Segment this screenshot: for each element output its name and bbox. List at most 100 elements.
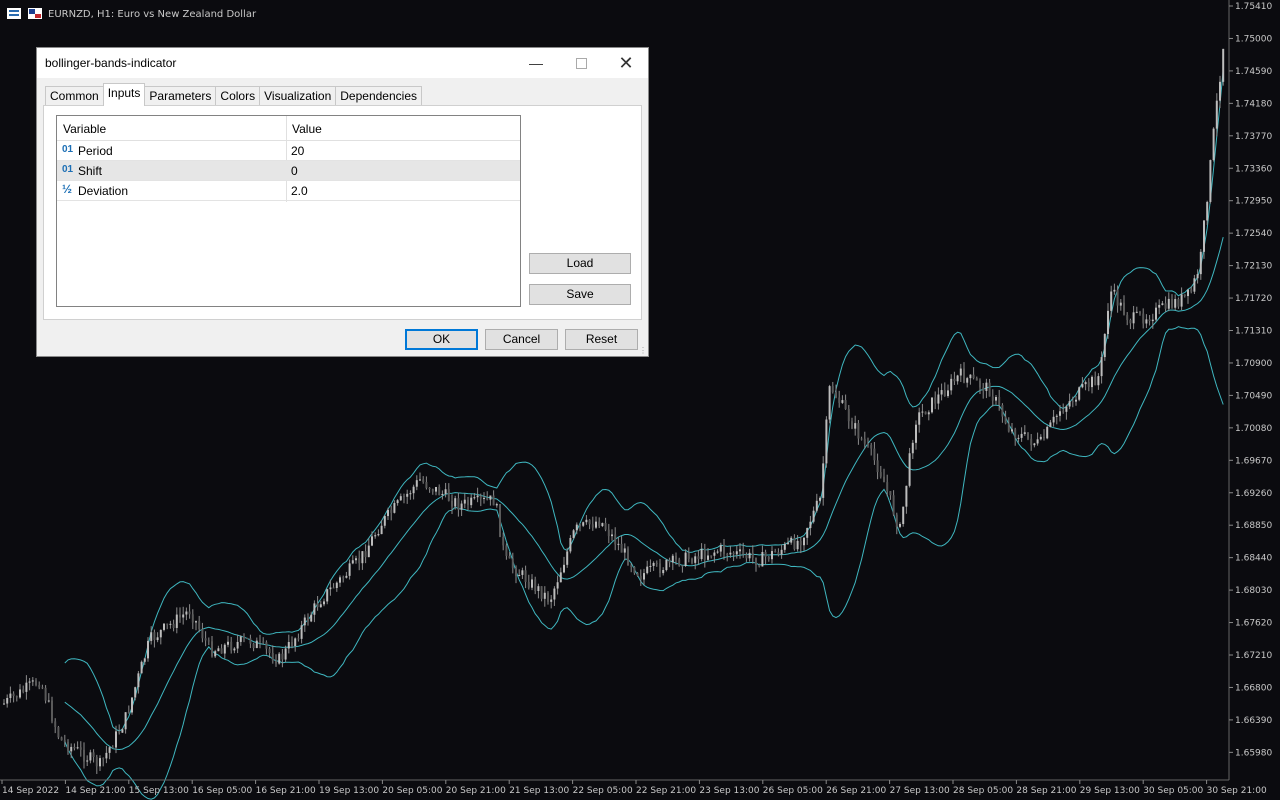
price-label: 1.68030 bbox=[1235, 586, 1272, 596]
value-cell[interactable]: 20 bbox=[291, 144, 304, 158]
load-button[interactable]: Load bbox=[529, 253, 631, 274]
dialog-titlebar[interactable]: bollinger-bands-indicator — ✕ bbox=[37, 48, 648, 78]
candle-body bbox=[12, 693, 15, 697]
candle-body bbox=[873, 448, 876, 461]
candle-body bbox=[175, 614, 178, 628]
candle-body bbox=[883, 476, 885, 483]
candle-body bbox=[275, 660, 277, 664]
candle-body bbox=[1180, 294, 1183, 307]
minimize-button[interactable]: — bbox=[513, 48, 559, 78]
time-label: 14 Sep 21:00 bbox=[65, 786, 125, 796]
candle-body bbox=[809, 521, 812, 529]
candle-body bbox=[28, 681, 31, 683]
candle-body bbox=[540, 586, 543, 599]
candle-body bbox=[9, 693, 12, 698]
candle-body bbox=[502, 536, 505, 546]
ok-button[interactable]: OK bbox=[405, 329, 478, 350]
candle-body bbox=[332, 587, 335, 589]
price-label: 1.71310 bbox=[1235, 327, 1272, 337]
candle-body bbox=[889, 491, 892, 496]
tab-visualization[interactable]: Visualization bbox=[259, 86, 337, 106]
tab-colors[interactable]: Colors bbox=[215, 86, 261, 106]
candle-body bbox=[419, 479, 421, 481]
candle-body bbox=[1033, 443, 1036, 446]
candle-body bbox=[755, 557, 757, 566]
table-row[interactable]: 01 Shift 0 bbox=[57, 161, 520, 181]
candle-body bbox=[931, 397, 933, 413]
candle-body bbox=[835, 392, 837, 398]
column-header-variable[interactable]: Variable bbox=[63, 122, 106, 136]
candle-body bbox=[1158, 304, 1161, 308]
candle-body bbox=[1199, 251, 1202, 275]
candle-body bbox=[495, 504, 498, 506]
candle-body bbox=[76, 747, 79, 749]
candle-body bbox=[751, 552, 754, 558]
candle-body bbox=[83, 749, 85, 762]
candle-body bbox=[726, 553, 729, 555]
candle-body bbox=[591, 524, 594, 528]
candle-body bbox=[1219, 81, 1221, 101]
value-cell[interactable]: 0 bbox=[291, 164, 298, 178]
candle-body bbox=[815, 500, 818, 511]
reset-button[interactable]: Reset bbox=[565, 329, 638, 350]
tab-inputs[interactable]: Inputs bbox=[102, 83, 146, 106]
price-label: 1.74180 bbox=[1235, 99, 1272, 109]
candle-body bbox=[1132, 312, 1135, 324]
cancel-button[interactable]: Cancel bbox=[485, 329, 558, 350]
candle-body bbox=[681, 565, 684, 567]
candle-body bbox=[521, 570, 524, 575]
chart-list-icon[interactable] bbox=[7, 8, 21, 19]
close-button[interactable]: ✕ bbox=[603, 48, 649, 78]
time-label: 21 Sep 13:00 bbox=[509, 786, 569, 796]
maximize-icon bbox=[575, 57, 587, 69]
candle-body bbox=[323, 601, 325, 605]
candle-body bbox=[1043, 436, 1045, 439]
candle-body bbox=[444, 489, 447, 494]
candle-body bbox=[393, 503, 396, 513]
tab-common[interactable]: Common bbox=[45, 86, 104, 106]
tab-parameters[interactable]: Parameters bbox=[144, 86, 217, 106]
candle-body bbox=[249, 638, 252, 644]
integer-icon: 01 bbox=[62, 144, 74, 155]
table-row[interactable]: ½ Deviation 2.0 bbox=[57, 181, 520, 201]
column-header-value[interactable]: Value bbox=[292, 122, 322, 136]
candle-body bbox=[1007, 423, 1010, 432]
candle-body bbox=[470, 497, 473, 506]
candle-body bbox=[761, 552, 764, 567]
maximize-button[interactable] bbox=[558, 48, 604, 78]
candle-body bbox=[467, 499, 469, 506]
candle-body bbox=[313, 603, 316, 615]
table-row[interactable]: 01 Period 20 bbox=[57, 141, 520, 161]
time-label: 27 Sep 13:00 bbox=[890, 786, 950, 796]
candle-body bbox=[783, 543, 786, 550]
candle-body bbox=[723, 545, 725, 554]
candle-body bbox=[403, 496, 405, 498]
candle-body bbox=[211, 641, 213, 657]
candle-body bbox=[895, 514, 898, 527]
candle-body bbox=[729, 552, 732, 555]
save-button[interactable]: Save bbox=[529, 284, 631, 305]
candle-body bbox=[499, 504, 501, 537]
candle-body bbox=[617, 543, 620, 545]
candle-body bbox=[486, 497, 489, 500]
candle-body bbox=[19, 689, 21, 698]
candle-body bbox=[1014, 429, 1017, 439]
candle-body bbox=[1148, 319, 1151, 322]
candle-body bbox=[297, 638, 300, 640]
candle-body bbox=[675, 555, 677, 560]
candle-body bbox=[924, 411, 927, 415]
tab-dependencies[interactable]: Dependencies bbox=[335, 86, 422, 106]
candle-body bbox=[300, 625, 303, 639]
candle-body bbox=[1151, 319, 1154, 322]
candle-body bbox=[223, 644, 226, 654]
inputs-grid[interactable]: Variable Value 01 Period 20 01 Shift 0 ½… bbox=[56, 115, 521, 307]
candle-body bbox=[124, 712, 127, 730]
integer-icon: 01 bbox=[62, 164, 74, 175]
indicator-dialog: bollinger-bands-indicator — ✕ Common Inp… bbox=[36, 47, 649, 357]
candle-body bbox=[115, 731, 117, 748]
candle-body bbox=[329, 587, 332, 590]
candle-body bbox=[793, 537, 796, 550]
candle-body bbox=[732, 552, 735, 555]
resize-grip-icon[interactable]: ⋮ bbox=[639, 347, 647, 355]
value-cell[interactable]: 2.0 bbox=[291, 184, 308, 198]
